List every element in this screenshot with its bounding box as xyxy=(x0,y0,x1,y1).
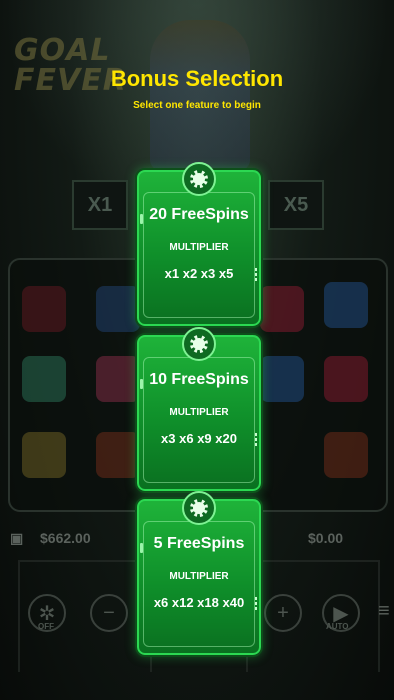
symbol-j xyxy=(22,432,66,478)
multiplier-label: MULTIPLIER xyxy=(169,571,229,582)
bonus-option-5-freespins[interactable]: 5 FreeSpins MULTIPLIER x6 x12 x18 x40 xyxy=(135,491,263,657)
multiplier-values: x3 x6 x9 x20 xyxy=(161,431,237,446)
plus-icon: + xyxy=(277,601,289,624)
multiplier-label: X5 xyxy=(283,193,309,216)
symbol-trophy xyxy=(324,356,368,402)
balance-value: $662.00 xyxy=(40,530,91,546)
player-figure xyxy=(150,20,250,170)
card-dots xyxy=(255,268,257,282)
card-dots xyxy=(255,433,257,447)
dialog-title: Bonus Selection xyxy=(110,66,284,91)
freespins-count: 5 FreeSpins xyxy=(153,535,245,552)
wallet-icon: ▣ xyxy=(10,530,24,546)
multiplier-box-x1: X1 xyxy=(72,180,128,230)
symbol-trophy xyxy=(260,286,304,332)
symbol-a xyxy=(22,286,66,332)
symbol-trophy xyxy=(96,356,140,402)
ball-gear-icon xyxy=(190,499,208,517)
symbol-boots xyxy=(324,282,368,328)
card-dots xyxy=(255,597,257,611)
bonus-option-10-freespins[interactable]: 10 FreeSpins MULTIPLIER x3 x6 x9 x20 xyxy=(135,327,263,493)
multiplier-values: x6 x12 x18 x40 xyxy=(153,595,245,610)
freespins-count: 20 FreeSpins xyxy=(149,206,249,223)
multiplier-values: x1 x2 x3 x5 xyxy=(164,266,234,281)
autoplay-label: AUTO xyxy=(326,622,349,631)
decrease-bet-button[interactable]: − xyxy=(90,594,128,632)
symbol-jersey xyxy=(96,286,140,332)
multiplier-label: MULTIPLIER xyxy=(169,407,229,418)
multiplier-label: X1 xyxy=(87,193,113,216)
win-value: $0.00 xyxy=(308,530,344,546)
dialog-subtitle: Select one feature to begin xyxy=(133,100,261,111)
menu-icon[interactable]: ≡ xyxy=(378,600,390,623)
multiplier-box-x5: X5 xyxy=(268,180,324,230)
minus-icon: − xyxy=(103,601,115,624)
card-badge xyxy=(182,162,216,196)
multiplier-label: MULTIPLIER xyxy=(169,242,229,253)
ball-gear-icon xyxy=(190,335,208,353)
bonus-option-20-freespins[interactable]: 20 FreeSpins MULTIPLIER x1 x2 x3 x5 xyxy=(135,162,263,328)
symbol-wild xyxy=(96,432,140,478)
symbol-jersey xyxy=(22,356,66,402)
ball-gear-icon xyxy=(190,170,208,188)
card-badge xyxy=(182,491,216,525)
symbol-wild xyxy=(324,432,368,478)
increase-bet-button[interactable]: + xyxy=(264,594,302,632)
card-badge xyxy=(182,327,216,361)
symbol-boots xyxy=(260,356,304,402)
turbo-label: OFF xyxy=(38,622,54,631)
freespins-count: 10 FreeSpins xyxy=(149,371,249,388)
